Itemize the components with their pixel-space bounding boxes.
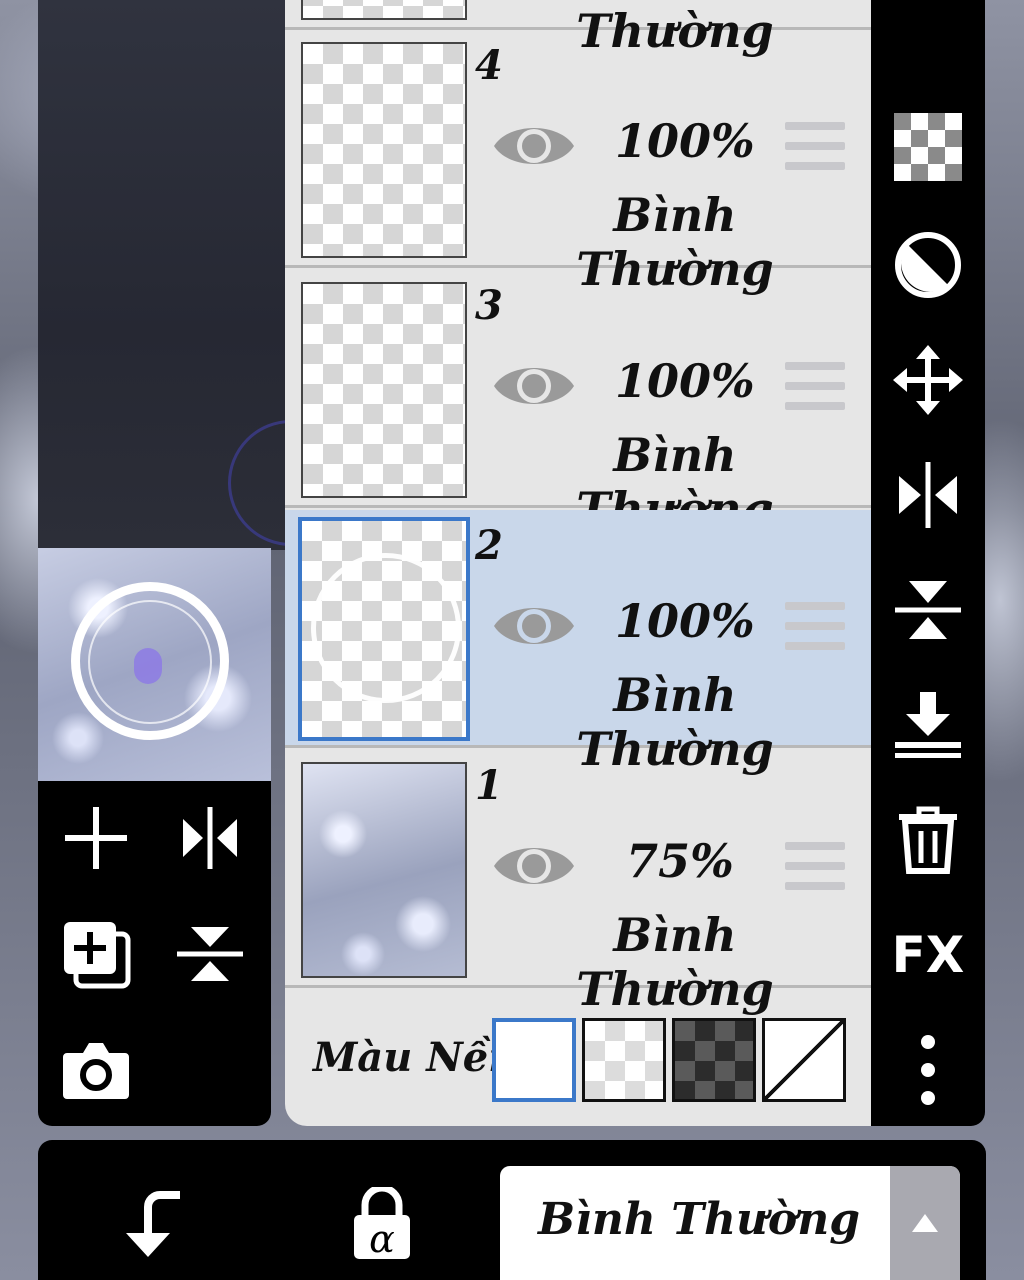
delete-layer-button[interactable]: [871, 795, 985, 885]
flip-vertical-button[interactable]: [170, 914, 250, 994]
add-layer-button[interactable]: [56, 798, 136, 878]
fx-button[interactable]: FX: [871, 910, 985, 1000]
eye-icon[interactable]: [491, 114, 577, 178]
contrast-circle-icon: [895, 232, 961, 298]
layer-thumbnail: [301, 0, 467, 20]
background-none-swatch[interactable]: [762, 1018, 846, 1102]
blend-mode-select[interactable]: Bình Thường: [500, 1166, 960, 1280]
layer-row-selected[interactable]: 2 100% Bình Thường: [285, 510, 871, 776]
flip-vertical-button[interactable]: [871, 565, 985, 655]
camera-button[interactable]: [56, 1030, 136, 1110]
layer-opacity[interactable]: 75%: [615, 834, 745, 888]
thumbnail-ring: [311, 553, 461, 703]
duplicate-layer-button[interactable]: [56, 914, 136, 994]
background-white-swatch[interactable]: [492, 1018, 576, 1102]
layer-number: 4: [475, 42, 503, 89]
chevron-up-icon[interactable]: [890, 1166, 960, 1280]
move-button[interactable]: [871, 335, 985, 425]
background-light-checker-swatch[interactable]: [582, 1018, 666, 1102]
layer-thumbnail: [301, 762, 467, 978]
more-options-button[interactable]: [871, 1025, 985, 1115]
layer-number: 1: [475, 762, 503, 809]
layer-tools-panel: [38, 548, 271, 1126]
flip-vertical-icon: [177, 927, 243, 981]
layer-row[interactable]: 4 100% Bình Thường: [285, 30, 871, 296]
preview-mark: [134, 648, 162, 684]
transparency-button[interactable]: [871, 102, 985, 192]
invert-button[interactable]: [871, 220, 985, 310]
flip-horizontal-icon: [183, 807, 237, 869]
layer-opacity[interactable]: 100%: [615, 114, 755, 168]
drag-handle-icon[interactable]: [785, 602, 845, 656]
alpha-lock-icon: α: [354, 1187, 410, 1261]
trash-icon: [899, 806, 957, 874]
checkerboard-icon: [894, 113, 962, 181]
svg-text:α: α: [369, 1217, 395, 1261]
layer-thumbnail: [301, 42, 467, 258]
fx-label: FX: [891, 926, 965, 984]
back-button[interactable]: [104, 1174, 204, 1274]
flip-horizontal-button[interactable]: [170, 798, 250, 878]
layer-thumbnail: [298, 517, 470, 741]
background-color-label: Màu Nền: [313, 1034, 518, 1081]
flip-vertical-icon: [895, 581, 961, 639]
more-vertical-icon: [921, 1035, 935, 1105]
camera-icon: [63, 1043, 129, 1099]
eye-icon[interactable]: [491, 354, 577, 418]
layer-row[interactable]: Bình Thường: [285, 0, 871, 58]
layer-opacity[interactable]: 100%: [615, 354, 755, 408]
layer-number: 2: [475, 522, 503, 569]
drag-handle-icon[interactable]: [785, 122, 845, 176]
layer-thumbnail: [301, 282, 467, 498]
layer-opacity[interactable]: 100%: [615, 594, 755, 648]
background-dark-checker-swatch[interactable]: [672, 1018, 756, 1102]
drag-handle-icon[interactable]: [785, 362, 845, 416]
move-arrows-icon: [893, 345, 963, 415]
layer-row[interactable]: 3 100% Bình Thường: [285, 270, 871, 536]
flip-horizontal-button[interactable]: [871, 450, 985, 540]
flip-horizontal-icon: [899, 462, 957, 528]
canvas-area[interactable]: [38, 0, 354, 550]
blend-mode-value: Bình Thường: [538, 1194, 861, 1245]
merge-down-button[interactable]: [871, 680, 985, 770]
layer-tools-sidebar: FX: [871, 0, 985, 1126]
eye-icon[interactable]: [491, 594, 577, 658]
background-color-row: Màu Nền: [285, 990, 871, 1126]
alpha-lock-button[interactable]: α: [332, 1174, 432, 1274]
layer-preview: [38, 548, 271, 781]
drag-handle-icon[interactable]: [785, 842, 845, 896]
return-arrow-icon: [126, 1191, 180, 1257]
eye-icon[interactable]: [491, 834, 577, 898]
bottom-bar: α Bình Thường: [38, 1140, 986, 1280]
merge-down-icon: [895, 692, 961, 758]
plus-icon: [65, 807, 127, 869]
layer-row[interactable]: 1 75% Bình Thường: [285, 750, 871, 1016]
layer-number: 3: [475, 282, 503, 329]
duplicate-layer-icon: [64, 922, 131, 989]
layers-list: Bình Thường 4 100% Bình Thường 3 100% Bì…: [285, 0, 871, 1126]
